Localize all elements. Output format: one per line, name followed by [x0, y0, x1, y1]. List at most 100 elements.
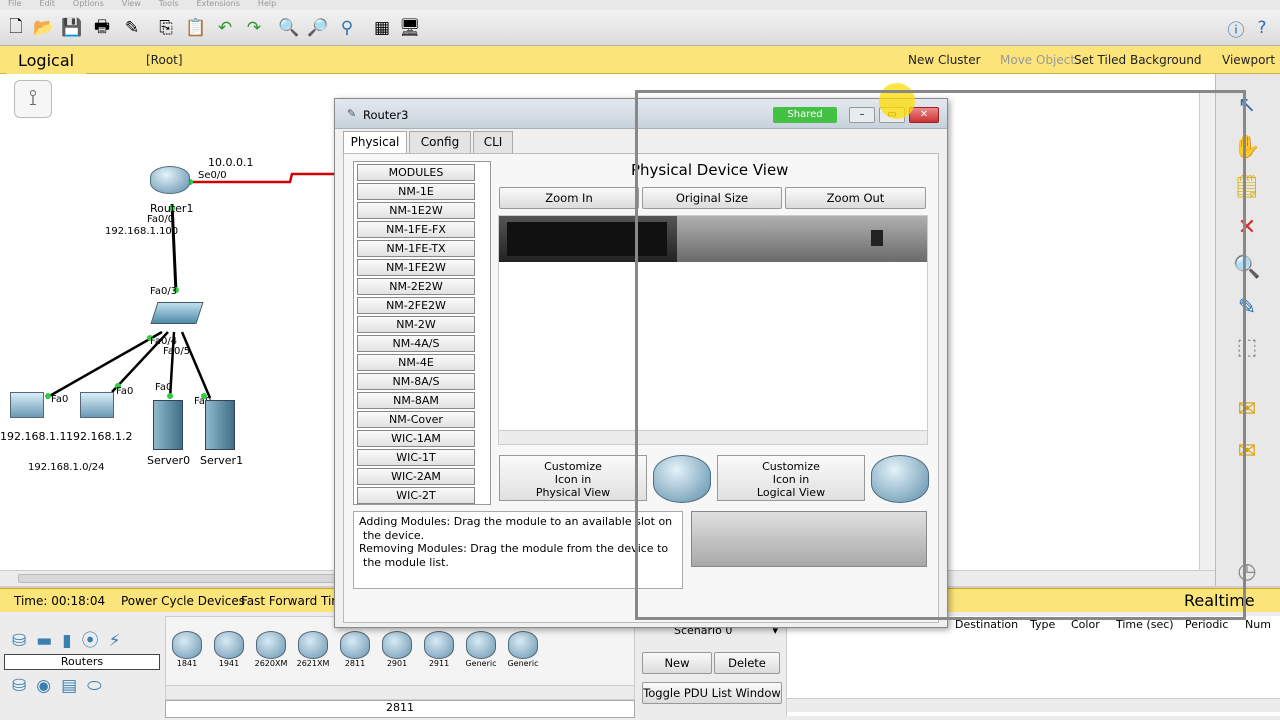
workspace-vertical-scrollbar[interactable] — [1199, 90, 1215, 570]
window-titlebar[interactable]: ✎ Router3 Shared – ▭ ✕ — [335, 83, 947, 129]
device-list-scrollbar[interactable] — [166, 685, 634, 699]
add-simple-pdu-icon[interactable]: ✉ — [1230, 392, 1264, 426]
power-switch[interactable] — [871, 230, 883, 246]
device-type-icons[interactable]: ⛁◉▤⬭ — [12, 676, 162, 702]
module-item[interactable]: WIC-1AM — [357, 430, 475, 447]
module-item[interactable]: NM-4A/S — [357, 335, 475, 352]
scroll-thumb[interactable] — [18, 574, 338, 583]
server0-icon[interactable] — [153, 400, 183, 450]
place-note-icon[interactable]: 🗒 — [1230, 170, 1264, 204]
router-chassis-image[interactable] — [499, 216, 927, 262]
inspect-icon[interactable]: 🔍 — [1230, 250, 1264, 284]
module-item[interactable]: WIC-1T — [357, 449, 475, 466]
menu-tools[interactable]: Tools — [159, 0, 179, 8]
new-cluster-button[interactable]: New Cluster — [908, 53, 981, 67]
add-complex-pdu-icon[interactable]: ✉ — [1230, 434, 1264, 468]
switch-icon[interactable] — [150, 302, 204, 324]
module-item[interactable]: WIC-2T — [357, 487, 475, 504]
zoom-in-icon[interactable]: 🔍 — [277, 16, 301, 40]
minimize-button[interactable]: – — [849, 107, 875, 123]
select-tool-icon[interactable]: ↖ — [1230, 88, 1264, 122]
device-1841[interactable]: 1841 — [170, 631, 204, 677]
toggle-pdu-list-button[interactable]: Toggle PDU List Window — [642, 682, 782, 704]
module-item[interactable]: NM-1E2W — [357, 202, 475, 219]
custom-device-icon[interactable]: 🖥 — [398, 16, 422, 40]
close-button[interactable]: ✕ — [909, 107, 939, 123]
info-icon[interactable]: ⓘ — [1224, 16, 1248, 41]
new-file-icon[interactable]: 🗋 — [4, 16, 28, 40]
tab-config[interactable]: Config — [409, 131, 471, 153]
zoom-out-button[interactable]: Zoom Out — [785, 187, 926, 209]
resize-shape-icon[interactable]: ⬚ — [1230, 330, 1264, 364]
delete-scenario-button[interactable]: Delete — [714, 652, 780, 674]
print-icon[interactable]: 🖶 — [90, 16, 114, 40]
module-item[interactable]: WIC-2AM — [357, 468, 475, 485]
module-item[interactable]: NM-1FE-TX — [357, 240, 475, 257]
delete-icon[interactable]: ✕ — [1230, 210, 1264, 244]
empty-slot[interactable] — [507, 222, 667, 256]
undo-icon[interactable]: ↶ — [213, 16, 237, 40]
pc0-icon[interactable] — [10, 392, 44, 418]
module-item[interactable]: NM-2E2W — [357, 278, 475, 295]
module-item[interactable]: NM-8AM — [357, 392, 475, 409]
tab-logical[interactable]: Logical — [6, 46, 86, 74]
move-layout-icon[interactable]: ✋ — [1230, 130, 1264, 164]
menu-extensions[interactable]: Extensions — [196, 0, 239, 8]
pdu-list-scrollbar[interactable] — [787, 698, 1280, 712]
physical-view-scrollbar[interactable] — [499, 430, 927, 444]
menu-view[interactable]: View — [122, 0, 141, 8]
device-generic-1[interactable]: Generic — [464, 631, 498, 677]
network-label: 192.168.1.0/24 — [28, 462, 105, 473]
menu-help[interactable]: Help — [258, 0, 276, 8]
open-folder-icon[interactable]: 📂 — [32, 16, 56, 40]
customize-logical-icon-button[interactable]: Customize Icon in Logical View — [717, 455, 865, 501]
module-item[interactable]: NM-8A/S — [357, 373, 475, 390]
module-item[interactable]: NM-2W — [357, 316, 475, 333]
physical-device-view[interactable] — [498, 215, 928, 445]
new-scenario-button[interactable]: New — [642, 652, 712, 674]
device-2911[interactable]: 2911 — [422, 631, 456, 677]
zoom-out-icon[interactable]: ⚲ — [335, 16, 359, 40]
paste-icon[interactable]: 📋 — [184, 16, 208, 40]
module-item[interactable]: NM-2FE2W — [357, 297, 475, 314]
set-tiled-background-button[interactable]: Set Tiled Background — [1074, 53, 1202, 67]
module-item[interactable]: NM-4E — [357, 354, 475, 371]
zoom-reset-icon[interactable]: 🔎 — [306, 16, 330, 40]
help-icon[interactable]: ? — [1250, 16, 1274, 40]
activity-wizard-icon[interactable]: ✎ — [120, 16, 144, 40]
customize-physical-line3: Physical View — [535, 486, 611, 499]
device-2620xm[interactable]: 2620XM — [254, 631, 288, 677]
server1-icon[interactable] — [205, 400, 235, 450]
tab-physical[interactable]: Physical — [343, 131, 407, 153]
save-icon[interactable]: 💾 — [60, 16, 84, 40]
module-item[interactable]: NM-1E — [357, 183, 475, 200]
menu-edit[interactable]: Edit — [39, 0, 55, 8]
menu-file[interactable]: File — [8, 0, 21, 8]
root-breadcrumb[interactable]: [Root] — [146, 53, 183, 67]
draw-shape-icon[interactable]: ✎ — [1230, 290, 1264, 324]
module-item[interactable]: NM-1FE2W — [357, 259, 475, 276]
copy-icon[interactable]: ⎘ — [154, 16, 178, 40]
power-cycle-button[interactable]: Power Cycle Devices — [121, 594, 245, 608]
zoom-in-button[interactable]: Zoom In — [499, 187, 639, 209]
redo-icon[interactable]: ↷ — [242, 16, 266, 40]
customize-physical-icon-button[interactable]: Customize Icon in Physical View — [499, 455, 647, 501]
original-size-button[interactable]: Original Size — [642, 187, 782, 209]
module-item[interactable]: NM-1FE-FX — [357, 221, 475, 238]
device-1941[interactable]: 1941 — [212, 631, 246, 677]
device-2901[interactable]: 2901 — [380, 631, 414, 677]
pc1-port-label: Fa0 — [116, 386, 134, 397]
device-2621xm[interactable]: 2621XM — [296, 631, 330, 677]
device-category-icons[interactable]: ⛁▬▮⦿⚡ — [12, 626, 162, 652]
device-2811[interactable]: 2811 — [338, 631, 372, 677]
realtime-clock-icon[interactable]: ◷ — [1230, 554, 1264, 588]
menu-options[interactable]: Options — [73, 0, 104, 8]
realtime-mode-label[interactable]: Realtime — [1184, 591, 1255, 610]
device-generic-2[interactable]: Generic — [506, 631, 540, 677]
viewport-button[interactable]: Viewport — [1222, 53, 1275, 67]
palette-icon[interactable]: ▦ — [370, 16, 394, 40]
tab-cli[interactable]: CLI — [473, 131, 513, 153]
pc1-icon[interactable] — [80, 392, 114, 418]
module-item[interactable]: NM-Cover — [357, 411, 475, 428]
router1-icon[interactable] — [150, 166, 190, 194]
